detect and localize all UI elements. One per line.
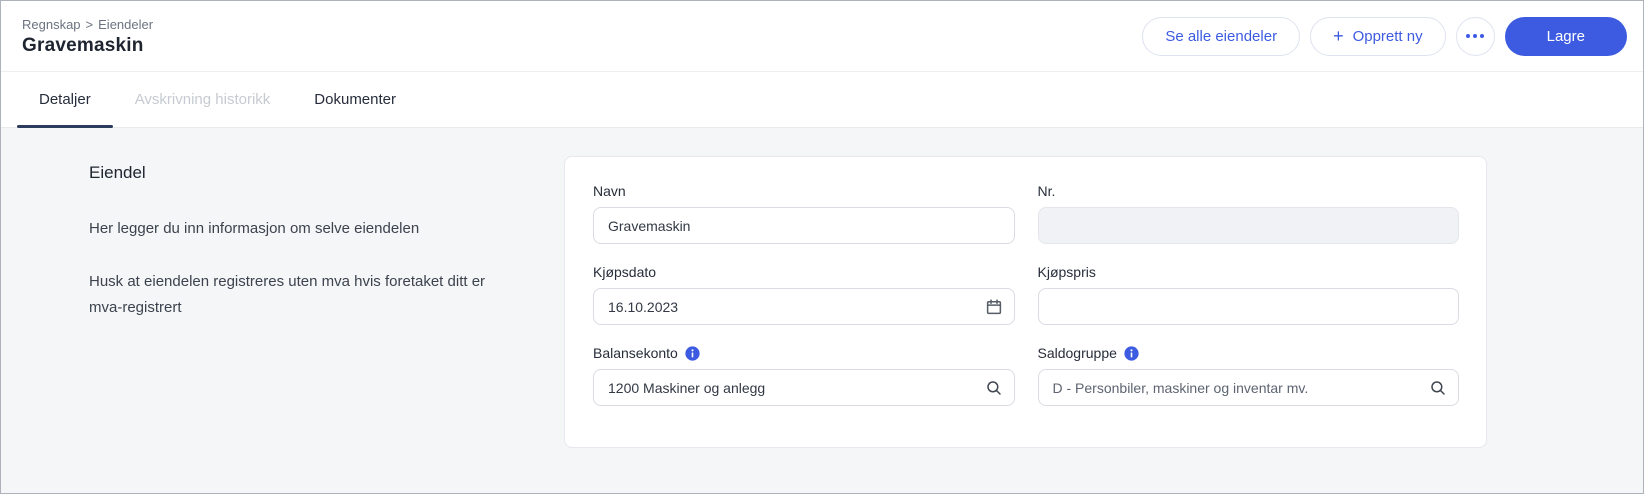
section-paragraph: Her legger du inn informasjon om selve e… (89, 220, 420, 237)
search-icon[interactable] (1429, 379, 1447, 397)
field-kjopsdato: Kjøpsdato (593, 264, 1015, 325)
navn-input[interactable] (593, 207, 1015, 244)
kjopsdato-input[interactable] (593, 288, 1015, 325)
tab-detaljer[interactable]: Detaljer (17, 72, 113, 128)
tab-avskrivning-historikk: Avskrivning historikk (134, 91, 271, 108)
kjopsdato-label: Kjøpsdato (593, 264, 657, 280)
info-icon[interactable] (685, 345, 700, 361)
search-icon[interactable] (985, 379, 1003, 397)
save-button[interactable]: Lagre (1504, 16, 1627, 56)
saldogruppe-label: Saldogruppe (1037, 345, 1117, 361)
header-actions: Se alle eiendeler + Opprett ny Lagre (1142, 16, 1627, 56)
app-window: Regnskap > Eiendeler Gravemaskin Se alle… (0, 0, 1644, 494)
kjopspris-label: Kjøpspris (1037, 264, 1096, 280)
balansekonto-input[interactable] (593, 369, 1015, 406)
ellipsis-icon (1466, 34, 1485, 38)
header-title-block: Regnskap > Eiendeler Gravemaskin (22, 16, 153, 57)
info-icon[interactable] (1124, 345, 1139, 361)
kjopspris-input[interactable] (1037, 288, 1459, 325)
field-saldogruppe: Saldogruppe (1037, 345, 1460, 406)
balansekonto-label: Balansekonto (593, 345, 678, 361)
balansekonto-label-row: Balansekonto (593, 345, 1015, 361)
field-kjopspris: Kjøpspris (1037, 264, 1459, 325)
field-nr: Nr. (1037, 183, 1459, 244)
section-description: Eiendel Her legger du inn informasjon om… (89, 156, 564, 493)
tab-dokumenter[interactable]: Dokumenter (292, 72, 418, 127)
page-title: Gravemaskin (22, 34, 144, 56)
more-options-button[interactable] (1455, 16, 1495, 56)
breadcrumb-separator: > (85, 16, 94, 32)
see-all-assets-button[interactable]: Se alle eiendeler (1142, 16, 1301, 56)
content-area: Eiendel Her legger du inn informasjon om… (1, 128, 1643, 493)
calendar-icon[interactable] (985, 298, 1003, 316)
nr-label: Nr. (1037, 183, 1056, 199)
section-heading: Eiendel (89, 163, 146, 182)
asset-form: Navn Nr. Kjøpsdato (593, 183, 1459, 406)
create-new-button[interactable]: + Opprett ny (1310, 16, 1446, 56)
asset-form-card: Navn Nr. Kjøpsdato (564, 156, 1487, 448)
tab-bar: Detaljer Avskrivning historikk Dokumente… (1, 72, 1643, 128)
saldogruppe-label-row: Saldogruppe (1038, 345, 1460, 361)
see-all-assets-label: Se alle eiendeler (1165, 27, 1278, 45)
navn-label: Navn (593, 183, 626, 199)
field-balansekonto: Balansekonto (593, 345, 1015, 406)
page-header: Regnskap > Eiendeler Gravemaskin Se alle… (1, 1, 1643, 72)
section-paragraph: Husk at eiendelen registreres uten mva h… (89, 273, 486, 316)
breadcrumb: Regnskap > Eiendeler (22, 17, 153, 32)
nr-input (1037, 207, 1459, 244)
plus-icon: + (1333, 25, 1344, 46)
breadcrumb-item-eiendeler[interactable]: Eiendeler (98, 17, 153, 32)
breadcrumb-item-regnskap[interactable]: Regnskap (22, 17, 81, 32)
saldogruppe-input[interactable] (1037, 369, 1459, 406)
create-new-label: Opprett ny (1352, 27, 1423, 45)
field-navn: Navn (593, 183, 1015, 244)
